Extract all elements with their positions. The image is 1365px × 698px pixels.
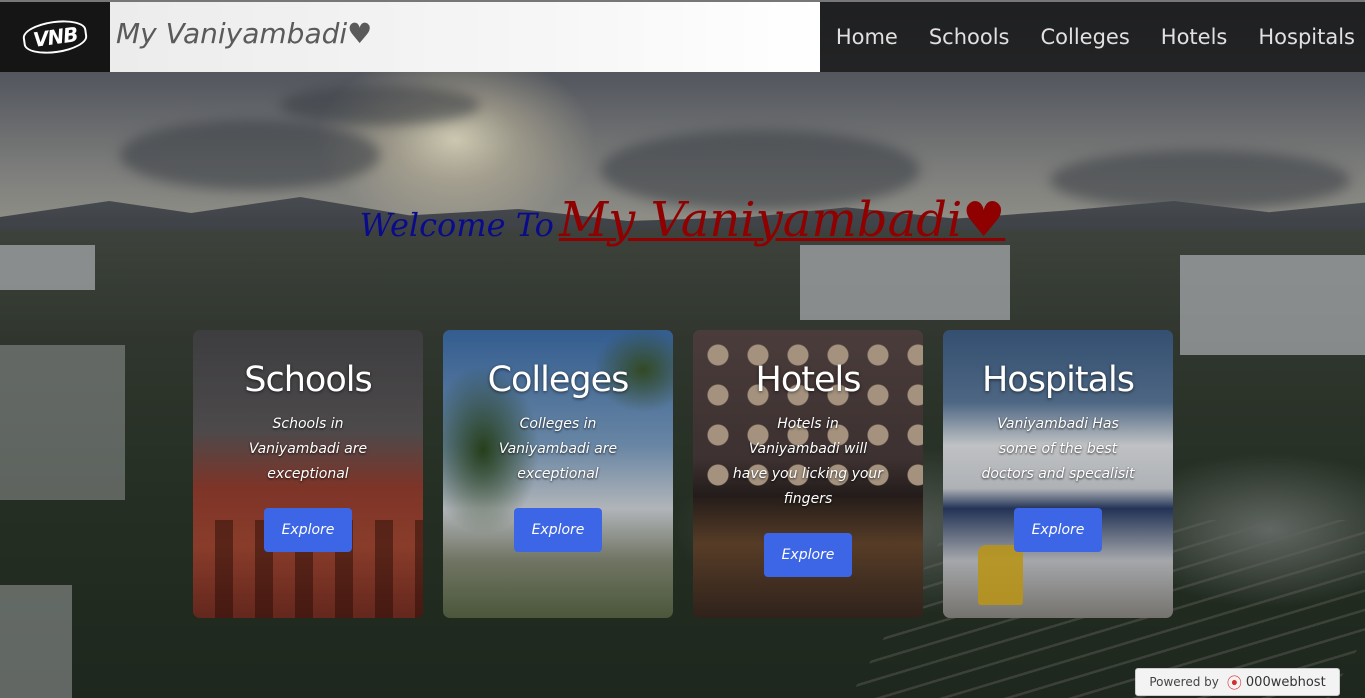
- brand-area: My Vaniyambadi♥: [110, 2, 820, 72]
- card-description: Colleges in Vaniyambadi are exceptional: [498, 416, 618, 482]
- card-colleges: Colleges Colleges in Vaniyambadi are exc…: [443, 330, 673, 618]
- brand-title: My Vaniyambadi♥: [116, 17, 373, 50]
- card-title: Hotels: [755, 360, 862, 400]
- nav-links: Home Schools Colleges Hotels Hospitals: [805, 2, 1355, 72]
- card-title: Colleges: [487, 360, 630, 400]
- card-hotels: Hotels Hotels in Vaniyambadi will have y…: [693, 330, 923, 618]
- explore-hotels-button[interactable]: Explore: [764, 533, 852, 577]
- host-name: 000webhost: [1245, 674, 1326, 690]
- nav-link-home[interactable]: Home: [836, 25, 898, 49]
- flame-icon: ⦿: [1226, 673, 1242, 692]
- card-description: Schools in Vaniyambadi are exceptional: [248, 416, 368, 482]
- logo-text: VNB: [20, 16, 90, 58]
- nav-link-schools[interactable]: Schools: [929, 25, 1010, 49]
- nav-link-colleges[interactable]: Colleges: [1041, 25, 1130, 49]
- card-description: Hotels in Vaniyambadi will have you lick…: [732, 416, 884, 507]
- logo[interactable]: VNB: [0, 2, 110, 72]
- welcome-lead: Welcome To: [359, 206, 554, 244]
- card-description: Vaniyambadi Has some of the best doctors…: [981, 416, 1135, 482]
- navbar: VNB My Vaniyambadi♥ Home Schools College…: [0, 0, 1365, 72]
- nav-link-hotels[interactable]: Hotels: [1161, 25, 1228, 49]
- card-schools: Schools Schools in Vaniyambadi are excep…: [193, 330, 423, 618]
- explore-schools-button[interactable]: Explore: [264, 508, 352, 552]
- nav-link-hospitals[interactable]: Hospitals: [1258, 25, 1355, 49]
- card-title: Hospitals: [981, 360, 1135, 400]
- explore-hospitals-button[interactable]: Explore: [1014, 508, 1102, 552]
- powered-by-badge[interactable]: Powered by ⦿ 000webhost: [1135, 668, 1340, 696]
- card-title: Schools: [244, 360, 372, 400]
- powered-label: Powered by: [1149, 675, 1219, 689]
- card-hospitals: Hospitals Vaniyambadi Has some of the be…: [943, 330, 1173, 618]
- explore-colleges-button[interactable]: Explore: [514, 508, 602, 552]
- welcome-site-name: My Vaniyambadi♥: [558, 192, 1006, 248]
- welcome-heading: Welcome To My Vaniyambadi♥: [0, 192, 1365, 248]
